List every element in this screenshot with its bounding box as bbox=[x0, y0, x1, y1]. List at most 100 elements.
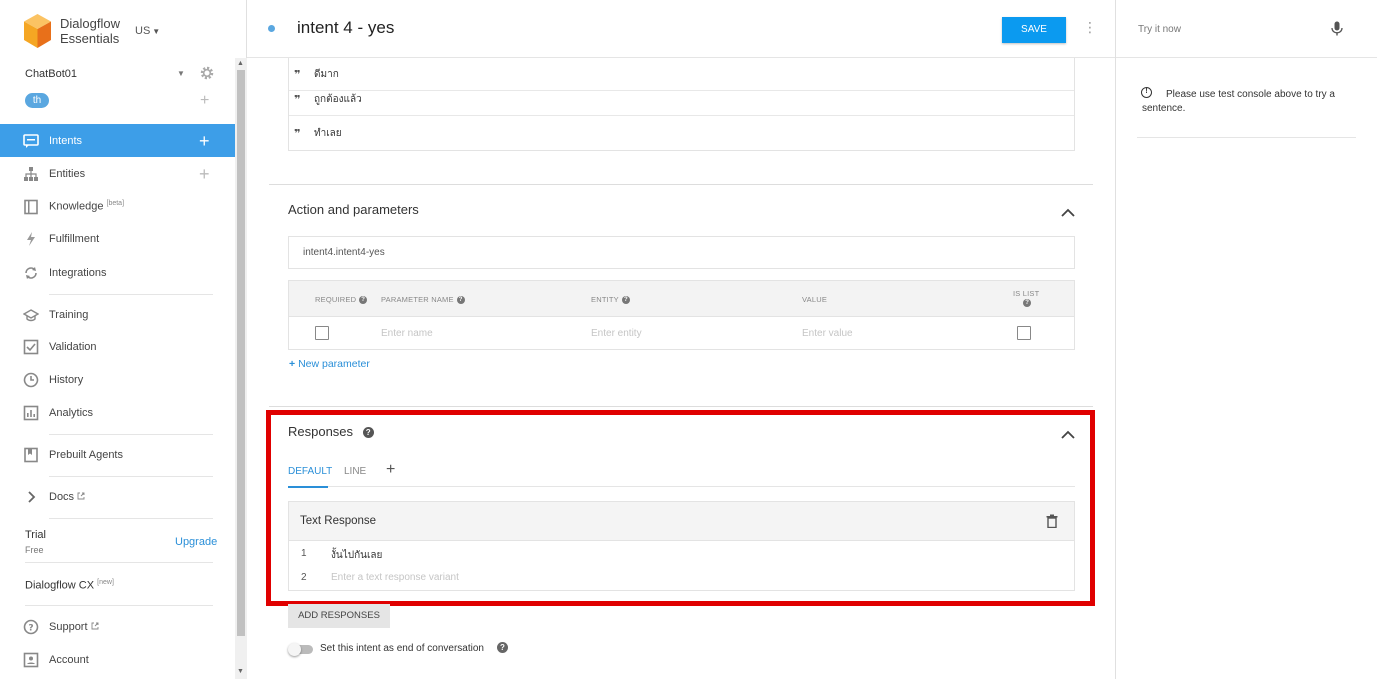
caret-down-icon: ▼ bbox=[152, 27, 161, 36]
sidebar-scroll-thumb[interactable] bbox=[237, 70, 245, 636]
chevron-up-icon[interactable] bbox=[1061, 430, 1075, 440]
text-response-row[interactable]: 1 งั้นไปกันเลย bbox=[289, 542, 1074, 566]
chevron-up-icon[interactable] bbox=[1061, 208, 1075, 218]
scroll-down-arrow-icon[interactable]: ▼ bbox=[237, 668, 244, 675]
help-icon[interactable]: ? bbox=[621, 296, 630, 305]
training-phrases-list: ❞ ดีมาก ❞ ถูกต้องแล้ว ❞ ทำเลย bbox=[288, 58, 1075, 151]
lightning-icon bbox=[27, 231, 35, 246]
row-number: 1 bbox=[301, 548, 307, 559]
test-console-notice: Please use test console above to try a s… bbox=[1142, 89, 1335, 114]
sidebar-item-label: Prebuilt Agents bbox=[49, 448, 123, 461]
external-link-icon bbox=[91, 622, 99, 629]
more-vert-icon[interactable]: ⋮ bbox=[1083, 20, 1097, 34]
help-circle-icon: ? bbox=[23, 619, 39, 634]
help-icon[interactable]: ? bbox=[497, 642, 508, 653]
required-checkbox[interactable] bbox=[315, 326, 329, 340]
sidebar-item-training[interactable]: Training bbox=[0, 298, 235, 331]
microphone-icon[interactable] bbox=[1331, 21, 1343, 37]
action-name-input[interactable]: intent4.intent4-yes bbox=[288, 236, 1075, 269]
dialogflow-app: Dialogflow Essentials US ▼ ChatBot01 ▼ th… bbox=[0, 0, 1377, 679]
column-label: ENTITY bbox=[591, 295, 619, 304]
sidebar-item-history[interactable]: History bbox=[0, 363, 235, 396]
quote-icon: ❞ bbox=[294, 68, 301, 81]
add-responses-button[interactable]: ADD RESPONSES bbox=[288, 604, 390, 628]
text-response-row[interactable]: 2 Enter a text response variant bbox=[289, 566, 1074, 590]
help-icon[interactable]: ? bbox=[456, 296, 465, 305]
quote-icon: ❞ bbox=[294, 93, 301, 106]
sidebar-item-label: History bbox=[49, 373, 84, 386]
chat-icon bbox=[23, 133, 39, 148]
end-conversation-toggle[interactable] bbox=[288, 643, 314, 656]
upgrade-link[interactable]: Upgrade bbox=[175, 536, 217, 548]
parameters-table: REQUIRED? PARAMETER NAME? ENTITY? VALUE … bbox=[288, 280, 1075, 350]
graduation-cap-icon bbox=[23, 308, 39, 321]
is-list-checkbox[interactable] bbox=[1017, 326, 1031, 340]
training-phrase-text: ดีมาก bbox=[314, 68, 339, 80]
save-button[interactable]: SAVE bbox=[1002, 17, 1066, 43]
try-it-bar[interactable]: Try it now bbox=[1116, 0, 1377, 58]
sidebar-item-fulfillment[interactable]: Fulfillment bbox=[0, 222, 235, 255]
sidebar-item-prebuilt-agents[interactable]: Prebuilt Agents bbox=[0, 438, 235, 471]
agent-name[interactable]: ChatBot01 bbox=[25, 68, 77, 80]
language-pill[interactable]: th bbox=[25, 93, 49, 108]
notice-divider bbox=[1137, 137, 1356, 138]
add-intent-icon[interactable]: + bbox=[199, 132, 210, 150]
sidebar-item-label: Knowledge [beta] bbox=[49, 200, 124, 213]
dialogflow-cube-icon bbox=[24, 14, 51, 48]
cx-label: Dialogflow CX bbox=[25, 579, 95, 592]
gear-icon[interactable] bbox=[199, 65, 215, 81]
help-icon[interactable]: ? bbox=[359, 296, 368, 305]
text-response-value[interactable]: งั้นไปกันเลย bbox=[331, 548, 382, 563]
parameter-name-input[interactable]: Enter name bbox=[381, 328, 433, 339]
training-phrase[interactable]: ❞ ทำเลย bbox=[289, 117, 1074, 150]
add-entity-icon[interactable]: + bbox=[199, 165, 210, 183]
intent-title[interactable]: intent 4 - yes bbox=[297, 18, 394, 38]
sidebar-item-knowledge[interactable]: Knowledge [beta] bbox=[0, 190, 235, 223]
sidebar-item-integrations[interactable]: Integrations bbox=[0, 256, 235, 289]
tab-default[interactable]: DEFAULT bbox=[288, 466, 332, 477]
scroll-up-arrow-icon[interactable]: ▲ bbox=[237, 60, 244, 67]
intent-header: intent 4 - yes SAVE ⋮ bbox=[247, 0, 1115, 58]
training-phrase-text: ทำเลย bbox=[314, 128, 342, 139]
text-response-input[interactable]: Enter a text response variant bbox=[331, 572, 459, 583]
sidebar-item-intents[interactable]: Intents + bbox=[0, 124, 235, 157]
sidebar-item-validation[interactable]: Validation bbox=[0, 330, 235, 363]
docs-label: Docs bbox=[49, 490, 75, 503]
sidebar-item-docs[interactable]: Docs bbox=[0, 480, 235, 513]
dialogflow-cx-link[interactable]: Dialogflow CX [new] bbox=[25, 579, 114, 592]
checkbox-check-icon bbox=[23, 339, 39, 354]
tabs-baseline bbox=[288, 486, 1075, 487]
column-entity: ENTITY? bbox=[591, 295, 630, 305]
tab-line[interactable]: LINE bbox=[344, 466, 366, 477]
sidebar-item-label: Support bbox=[49, 621, 99, 633]
sidebar-item-label: Integrations bbox=[49, 266, 107, 279]
sidebar-item-analytics[interactable]: Analytics bbox=[0, 396, 235, 429]
help-icon[interactable]: ? bbox=[1023, 299, 1032, 308]
nav-divider bbox=[25, 605, 213, 606]
sidebar-item-label: Docs bbox=[49, 491, 85, 503]
bookmark-book-icon bbox=[24, 447, 38, 462]
sidebar-item-entities[interactable]: Entities + bbox=[0, 157, 235, 190]
trial-label: Trial bbox=[25, 529, 46, 541]
logo[interactable]: Dialogflow Essentials bbox=[24, 14, 120, 48]
new-parameter-link[interactable]: + New parameter bbox=[289, 358, 370, 370]
add-language-icon[interactable]: + bbox=[200, 93, 209, 109]
help-icon[interactable]: ? bbox=[362, 427, 374, 439]
text-response-header: Text Response bbox=[289, 502, 1074, 541]
region-label: US bbox=[135, 25, 151, 37]
sidebar-item-support[interactable]: ? Support bbox=[0, 610, 235, 643]
sidebar-item-account[interactable]: Account bbox=[0, 643, 235, 676]
agent-dropdown-icon[interactable]: ▼ bbox=[177, 69, 185, 78]
hierarchy-icon bbox=[24, 166, 38, 181]
sidebar-item-label: Training bbox=[49, 308, 89, 321]
training-phrase[interactable]: ❞ ถูกต้องแล้ว bbox=[289, 83, 1074, 116]
svg-text:?: ? bbox=[28, 623, 33, 633]
value-input[interactable]: Enter value bbox=[802, 328, 853, 339]
section-divider bbox=[269, 184, 1093, 185]
region-select[interactable]: US ▼ bbox=[135, 25, 160, 37]
try-it-input[interactable]: Try it now bbox=[1138, 24, 1181, 35]
entity-input[interactable]: Enter entity bbox=[591, 328, 642, 339]
trash-icon[interactable] bbox=[1046, 514, 1058, 528]
add-platform-icon[interactable]: + bbox=[386, 462, 395, 478]
nav-divider bbox=[49, 476, 213, 477]
